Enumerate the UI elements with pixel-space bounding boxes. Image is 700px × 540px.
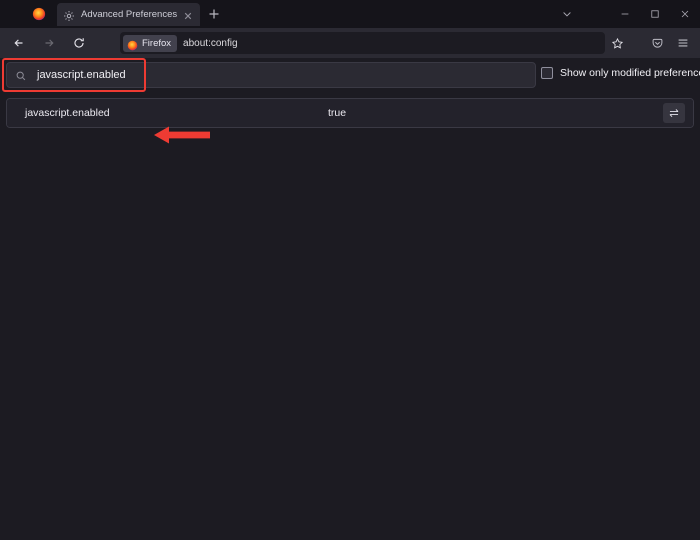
pocket-icon[interactable] (644, 31, 670, 55)
about-config-page: javascript.enabled Show only modified pr… (0, 58, 700, 540)
navigation-toolbar: Firefox about:config (0, 28, 700, 58)
list-all-tabs-icon[interactable] (552, 0, 582, 28)
tab-strip: Advanced Preferences (0, 0, 700, 28)
show-modified-checkbox-group[interactable]: Show only modified preferences (541, 67, 700, 79)
search-input-value: javascript.enabled (37, 69, 126, 81)
close-window-icon[interactable] (670, 0, 700, 28)
star-icon[interactable] (606, 32, 628, 54)
url-chip-label: Firefox (142, 37, 172, 49)
table-row[interactable]: javascript.enabled true (7, 99, 693, 127)
forward-arrow-icon (36, 30, 62, 56)
url-text: about:config (183, 37, 238, 49)
search-icon (15, 69, 27, 81)
back-arrow-icon[interactable] (6, 30, 32, 56)
pointer-arrow-annotation (152, 124, 212, 146)
firefox-logo-icon (127, 38, 138, 50)
preference-search-wrap: javascript.enabled (6, 62, 536, 88)
show-modified-checkbox[interactable] (541, 67, 553, 79)
show-modified-label: Show only modified preferences (560, 67, 700, 79)
minimize-icon[interactable] (610, 0, 640, 28)
preference-value: true (327, 107, 347, 119)
new-tab-button[interactable] (206, 6, 222, 22)
reload-icon[interactable] (66, 30, 92, 56)
browser-window: Advanced Preferences Firefox about:confi… (0, 0, 700, 540)
window-controls (552, 0, 700, 28)
toolbar-right-group (644, 31, 696, 55)
tab-advanced-preferences[interactable]: Advanced Preferences (57, 3, 200, 26)
hamburger-menu-icon[interactable] (670, 31, 696, 55)
url-bar[interactable]: Firefox about:config (120, 32, 605, 54)
firefox-logo-icon (32, 7, 46, 21)
preferences-table: javascript.enabled true (6, 98, 694, 128)
toggle-swap-icon[interactable] (663, 103, 685, 123)
gear-icon (63, 9, 75, 21)
search-input[interactable]: javascript.enabled (6, 62, 536, 88)
search-row: javascript.enabled Show only modified pr… (0, 58, 700, 128)
close-icon[interactable] (182, 9, 194, 21)
url-identity-chip[interactable]: Firefox (123, 34, 178, 52)
maximize-icon[interactable] (640, 0, 670, 28)
tab-title: Advanced Preferences (81, 9, 178, 20)
